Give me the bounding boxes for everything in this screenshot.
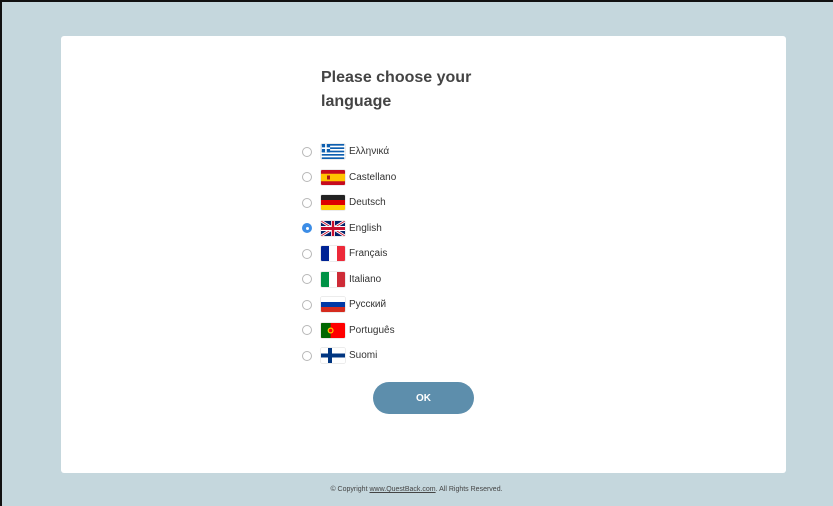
radio-button[interactable] — [302, 325, 312, 336]
language-label: Deutsch — [349, 197, 386, 209]
language-label: Castellano — [349, 171, 397, 183]
radio-button[interactable] — [302, 197, 312, 208]
radio-button[interactable] — [302, 172, 312, 183]
footer-copyright: © Copyright www.QuestBack.com. All Right… — [0, 486, 833, 493]
spain-flag-icon — [321, 169, 345, 185]
radio-button[interactable] — [302, 248, 312, 259]
footer-prefix: © Copyright — [330, 486, 370, 493]
italy-flag-icon — [321, 271, 345, 287]
language-option-finnish[interactable]: Suomi — [302, 343, 396, 369]
language-label: Français — [349, 248, 388, 260]
footer-suffix: . All Rights Reserved. — [435, 486, 503, 493]
greece-flag-icon — [321, 144, 345, 160]
finland-flag-icon — [321, 348, 345, 364]
ok-button[interactable]: OK — [373, 382, 474, 414]
questback-link[interactable]: www.QuestBack.com — [369, 486, 435, 493]
language-option-french[interactable]: Français — [302, 241, 396, 267]
language-option-portuguese[interactable]: Português — [302, 318, 396, 344]
france-flag-icon — [321, 246, 345, 262]
language-label: English — [349, 222, 382, 234]
language-option-russian[interactable]: Русский — [302, 292, 396, 318]
russia-flag-icon — [321, 297, 345, 313]
language-label: Italiano — [349, 273, 382, 285]
uk-flag-icon — [321, 220, 345, 236]
language-option-greek[interactable]: Ελληνικά — [302, 139, 396, 165]
language-label: Ελληνικά — [349, 146, 390, 158]
portugal-flag-icon — [321, 322, 345, 338]
radio-button[interactable] — [302, 274, 312, 285]
radio-button[interactable] — [302, 350, 312, 361]
page-title: Please choose your language — [321, 69, 472, 110]
language-option-english[interactable]: English — [302, 216, 396, 242]
language-option-german[interactable]: Deutsch — [302, 190, 396, 216]
language-option-spanish[interactable]: Castellano — [302, 165, 396, 191]
radio-button-selected[interactable] — [302, 223, 312, 234]
language-label: Português — [349, 324, 395, 336]
language-list: Ελληνικά Castellano Deutsch English Fran… — [302, 139, 396, 369]
language-card: Please choose your language Ελληνικά Cas… — [61, 36, 786, 473]
radio-button[interactable] — [302, 299, 312, 310]
germany-flag-icon — [321, 195, 345, 211]
radio-button[interactable] — [302, 146, 312, 157]
language-option-italian[interactable]: Italiano — [302, 267, 396, 293]
language-label: Suomi — [349, 350, 378, 362]
language-label: Русский — [349, 299, 387, 311]
